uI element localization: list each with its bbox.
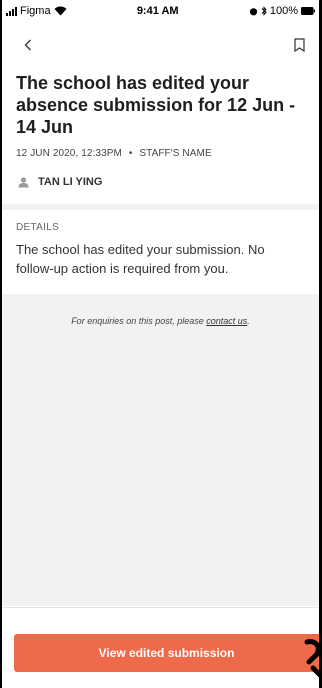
status-time: 9:41 AM [136, 5, 179, 17]
enquiry-suffix: . [247, 316, 250, 326]
phone-screen: Figma 9:41 AM 100% The school has edited… [0, 0, 322, 688]
nav-bar [2, 22, 319, 68]
enquiry-prefix: For enquiries on this post, please [71, 316, 207, 326]
details-label: DETAILS [16, 222, 60, 233]
cursor-icon [304, 639, 319, 678]
chevron-left-icon [24, 39, 31, 51]
bookmark-button[interactable] [289, 35, 309, 55]
author-row: TAN LI YING [16, 176, 305, 188]
page-title: The school has edited your absence submi… [16, 73, 296, 137]
contact-us-link[interactable]: contact us [206, 316, 247, 326]
status-right: 100% [249, 5, 315, 17]
author-name: TAN LI YING [38, 176, 103, 188]
signal-icon [6, 6, 17, 16]
post-meta: 12 JUN 2020, 12:33PM • STAFF'S NAME [16, 148, 305, 159]
meta-separator: • [128, 148, 133, 159]
details-section: DETAILS The school has edited your submi… [2, 210, 319, 294]
back-button[interactable] [18, 35, 38, 55]
enquiry-area: For enquiries on this post, please conta… [2, 294, 319, 606]
battery-percent: 100% [269, 5, 298, 17]
bluetooth-icon [261, 6, 267, 16]
view-edited-submission-button[interactable]: View edited submission [14, 634, 319, 672]
person-icon [18, 176, 29, 187]
bookmark-icon [293, 38, 305, 52]
post-header: The school has edited your absence submi… [2, 68, 319, 188]
bottom-action-bar: View edited submission [2, 607, 319, 688]
wifi-icon [54, 6, 67, 16]
staff-name: STAFF'S NAME [139, 148, 212, 159]
alarm-icon [249, 7, 258, 16]
details-body: The school has edited your submission. N… [16, 242, 265, 276]
battery-icon [300, 7, 315, 15]
status-left: Figma [6, 5, 67, 17]
status-bar: Figma 9:41 AM 100% [2, 0, 319, 22]
enquiry-text: For enquiries on this post, please conta… [2, 316, 319, 326]
post-date: 12 JUN 2020, 12:33PM [16, 148, 122, 159]
carrier-name: Figma [20, 5, 51, 17]
